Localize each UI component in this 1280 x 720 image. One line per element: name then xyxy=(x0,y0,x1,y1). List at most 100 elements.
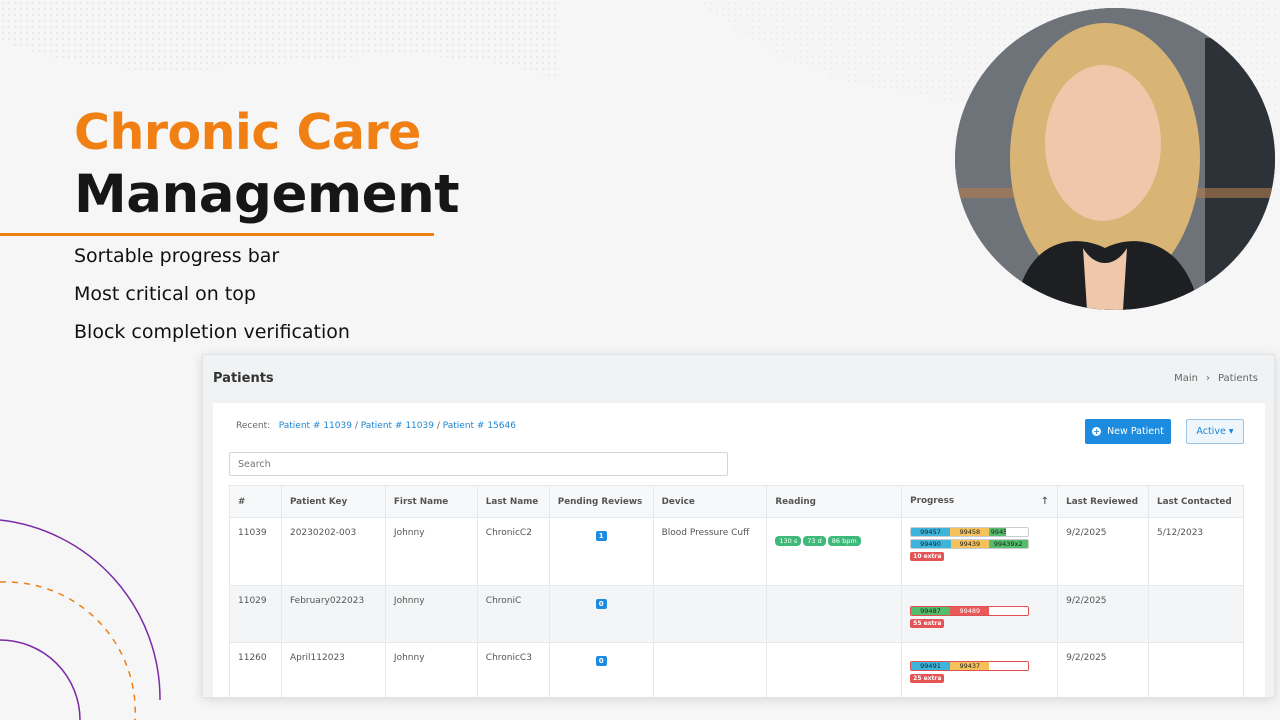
active-filter-label: Active xyxy=(1196,426,1226,437)
page-title: Patients xyxy=(213,370,274,386)
cell-reading xyxy=(766,642,903,697)
cell-device xyxy=(652,642,768,697)
progress-seg-empty xyxy=(1006,528,1029,536)
chevron-down-icon: ▾ xyxy=(1228,426,1234,437)
cell-last-name: ChronicC2 xyxy=(476,517,550,586)
progress-seg: 99458x2 xyxy=(988,528,1007,536)
cell-last-name: ChronicC3 xyxy=(476,642,550,697)
breadcrumb-patients: Patients xyxy=(1217,372,1258,384)
progress-bar[interactable]: 99491 99437 xyxy=(910,661,1030,671)
cell-last-contacted: 5/12/2023 xyxy=(1148,517,1244,586)
cell-device: Blood Pressure Cuff xyxy=(652,517,768,586)
app-header: Patients Main › Patients xyxy=(203,355,1274,401)
cell-first-name: Johnny xyxy=(384,517,478,586)
search-input[interactable] xyxy=(229,452,728,476)
cell-id: 11029 xyxy=(229,585,282,643)
cell-last-name: ChroniC xyxy=(476,585,550,643)
cell-reading: 130 s 73 d 86 bpm xyxy=(766,517,903,586)
bullet-2: Most critical on top xyxy=(74,283,256,305)
patients-table: # Patient Key First Name Last Name Pendi… xyxy=(229,485,1244,697)
new-patient-button[interactable]: + New Patient xyxy=(1085,419,1171,444)
chevron-right-icon: › xyxy=(1205,372,1210,384)
progress-seg: 99439 xyxy=(950,540,989,548)
col-header-id[interactable]: # xyxy=(229,485,282,518)
cell-progress: 99487 99489 55 extra xyxy=(901,585,1059,643)
cell-progress: 99491 99437 25 extra xyxy=(901,642,1059,697)
cell-reading xyxy=(766,585,903,643)
breadcrumb: Main › Patients xyxy=(1174,373,1258,384)
extra-minutes-badge: 10 extra xyxy=(910,552,945,561)
progress-seg-empty xyxy=(988,662,1029,670)
hero-divider xyxy=(0,233,434,236)
col-header-last-contacted[interactable]: Last Contacted xyxy=(1148,485,1244,518)
col-header-pending-reviews[interactable]: Pending Reviews xyxy=(548,485,654,518)
col-header-progress-label: Progress xyxy=(910,496,955,506)
col-header-last-reviewed[interactable]: Last Reviewed xyxy=(1057,485,1149,518)
extra-minutes-badge: 25 extra xyxy=(910,674,945,683)
pending-badge[interactable]: 1 xyxy=(595,531,607,541)
hero-title-line1: Chronic Care xyxy=(74,104,421,161)
cell-pending: 1 xyxy=(548,517,654,586)
cell-pending: 0 xyxy=(548,585,654,643)
cell-last-contacted xyxy=(1148,585,1244,643)
recent-link-1[interactable]: Patient # 11039 xyxy=(279,421,352,431)
cell-patient-key: 20230202-003 xyxy=(280,517,386,586)
recent-link-2[interactable]: Patient # 11039 xyxy=(361,421,434,431)
reading-systolic: 130 s xyxy=(775,536,802,546)
bullet-1: Sortable progress bar xyxy=(74,245,280,267)
hero-title-line2: Management xyxy=(74,164,460,225)
bullet-3: Block completion verification xyxy=(74,321,350,343)
recent-label: Recent: xyxy=(236,421,271,431)
active-filter-dropdown[interactable]: Active ▾ xyxy=(1186,419,1244,444)
col-header-patient-key[interactable]: Patient Key xyxy=(280,485,386,518)
table-header-row: # Patient Key First Name Last Name Pendi… xyxy=(229,485,1244,518)
col-header-progress[interactable]: Progress ↑ xyxy=(901,485,1059,518)
cell-first-name: Johnny xyxy=(384,585,478,643)
progress-seg-empty xyxy=(988,607,1029,615)
progress-bar-ccm[interactable]: 99490 99439 99439x2 xyxy=(910,539,1030,549)
cell-progress: 99457 99458 99458x2 99490 99439 99439x2 … xyxy=(901,517,1059,586)
progress-seg: 99489 xyxy=(950,607,989,615)
progress-seg: 99490 xyxy=(911,540,951,548)
pending-badge[interactable]: 0 xyxy=(595,599,607,609)
table-row[interactable]: 11029 February022023 Johnny ChroniC 0 99… xyxy=(229,585,1244,643)
sort-arrow-up-icon[interactable]: ↑ xyxy=(1041,496,1049,507)
cell-id: 11260 xyxy=(229,642,282,697)
progress-seg: 99491 xyxy=(911,662,951,670)
reading-pulse: 86 bpm xyxy=(827,536,861,546)
progress-seg: 99457 xyxy=(911,528,951,536)
pending-badge[interactable]: 0 xyxy=(595,656,607,666)
new-patient-label: New Patient xyxy=(1107,426,1164,437)
cell-last-reviewed: 9/2/2025 xyxy=(1057,585,1149,643)
patients-card: Recent: Patient # 11039 / Patient # 1103… xyxy=(213,403,1265,697)
cell-patient-key: February022023 xyxy=(280,585,386,643)
cell-last-reviewed: 9/2/2025 xyxy=(1057,517,1149,586)
col-header-device[interactable]: Device xyxy=(652,485,768,518)
cell-last-contacted xyxy=(1148,642,1244,697)
cell-patient-key: April112023 xyxy=(280,642,386,697)
progress-seg: 99437 xyxy=(950,662,989,670)
plus-circle-icon: + xyxy=(1092,427,1102,436)
col-header-first-name[interactable]: First Name xyxy=(384,485,478,518)
progress-bar[interactable]: 99487 99489 xyxy=(910,606,1030,616)
reading-diastolic: 73 d xyxy=(803,536,826,546)
cell-id: 11039 xyxy=(229,517,282,586)
patients-app-window: Patients Main › Patients Recent: Patient… xyxy=(202,354,1275,698)
cell-first-name: Johnny xyxy=(384,642,478,697)
table-row[interactable]: 11039 20230202-003 Johnny ChronicC2 1 Bl… xyxy=(229,517,1244,586)
progress-bar-rpm[interactable]: 99457 99458 99458x2 xyxy=(910,527,1030,537)
table-row[interactable]: 11260 April112023 Johnny ChronicC3 0 994… xyxy=(229,642,1244,697)
progress-seg: 99439x2 xyxy=(988,540,1029,548)
col-header-last-name[interactable]: Last Name xyxy=(476,485,550,518)
col-header-reading[interactable]: Reading xyxy=(766,485,903,518)
recent-link-3[interactable]: Patient # 15646 xyxy=(443,421,516,431)
cell-last-reviewed: 9/2/2025 xyxy=(1057,642,1149,697)
cell-pending: 0 xyxy=(548,642,654,697)
progress-seg: 99487 xyxy=(911,607,951,615)
breadcrumb-main[interactable]: Main xyxy=(1174,373,1198,384)
progress-seg: 99458 xyxy=(950,528,989,536)
extra-minutes-badge: 55 extra xyxy=(910,619,945,628)
cell-device xyxy=(652,585,768,643)
recent-patients: Recent: Patient # 11039 / Patient # 1103… xyxy=(236,421,516,431)
presenter-video xyxy=(955,8,1275,310)
